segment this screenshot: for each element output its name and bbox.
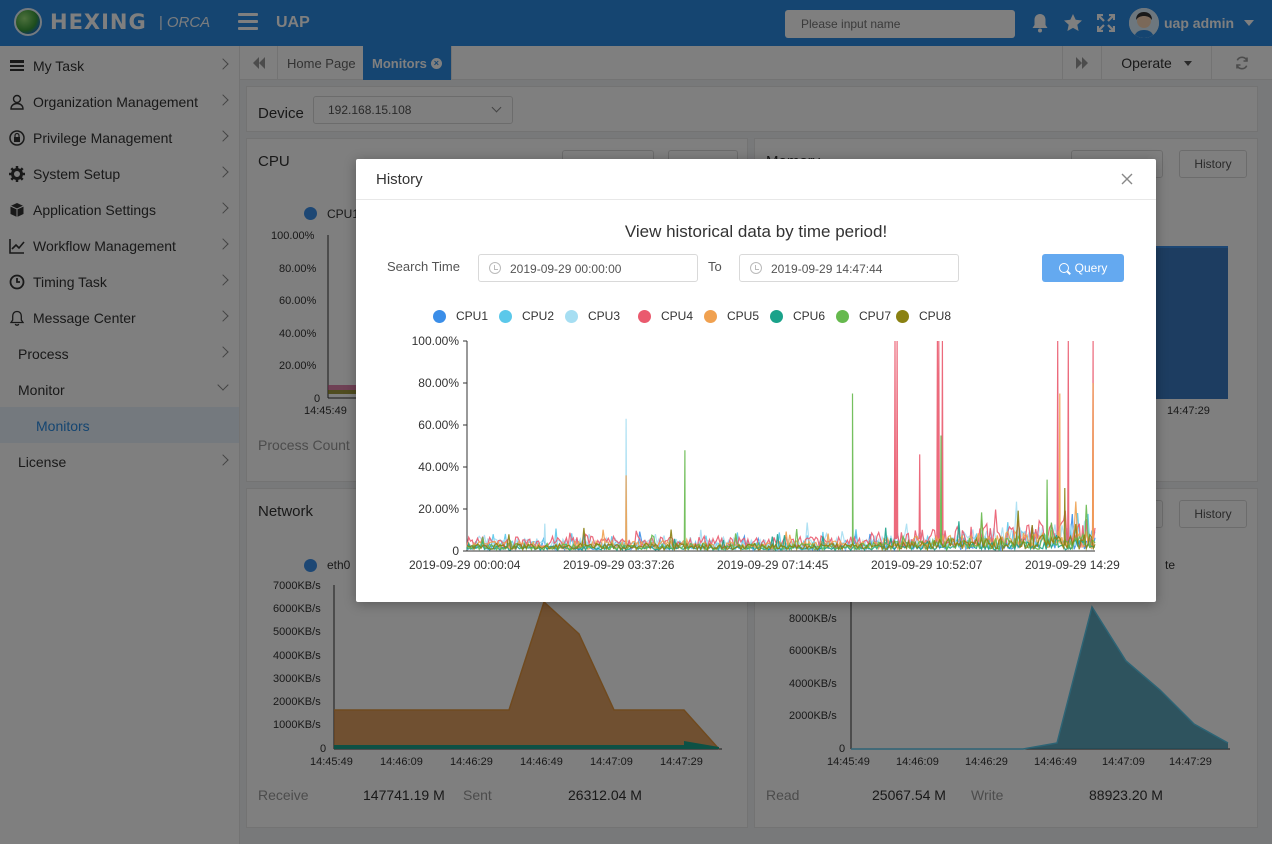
y-tick-label: 60.00% [418, 418, 459, 432]
history-modal: History View historical data by time per… [356, 159, 1156, 602]
y-tick-label: 0 [452, 544, 459, 558]
x-tick-label: 2019-09-29 10:52:07 [871, 558, 983, 572]
y-tick-label: 100.00% [412, 334, 460, 348]
cpu-history-chart: 100.00%80.00%60.00%40.00%20.00%02019-09-… [409, 334, 1120, 572]
y-tick-label: 40.00% [418, 460, 459, 474]
series-line-cpu4 [466, 340, 1096, 551]
series-line-cpu8 [466, 487, 1096, 552]
series-line-cpu7 [466, 393, 1096, 552]
x-tick-label: 2019-09-29 00:00:04 [409, 558, 521, 572]
x-tick-label: 2019-09-29 07:14:45 [717, 558, 829, 572]
x-tick-label: 2019-09-29 14:29 [1025, 558, 1120, 572]
series-line-cpu5 [466, 382, 1096, 552]
y-tick-label: 20.00% [418, 502, 459, 516]
y-tick-label: 80.00% [418, 376, 459, 390]
x-tick-label: 2019-09-29 03:37:26 [563, 558, 675, 572]
series-line-cpu3 [467, 418, 1096, 552]
